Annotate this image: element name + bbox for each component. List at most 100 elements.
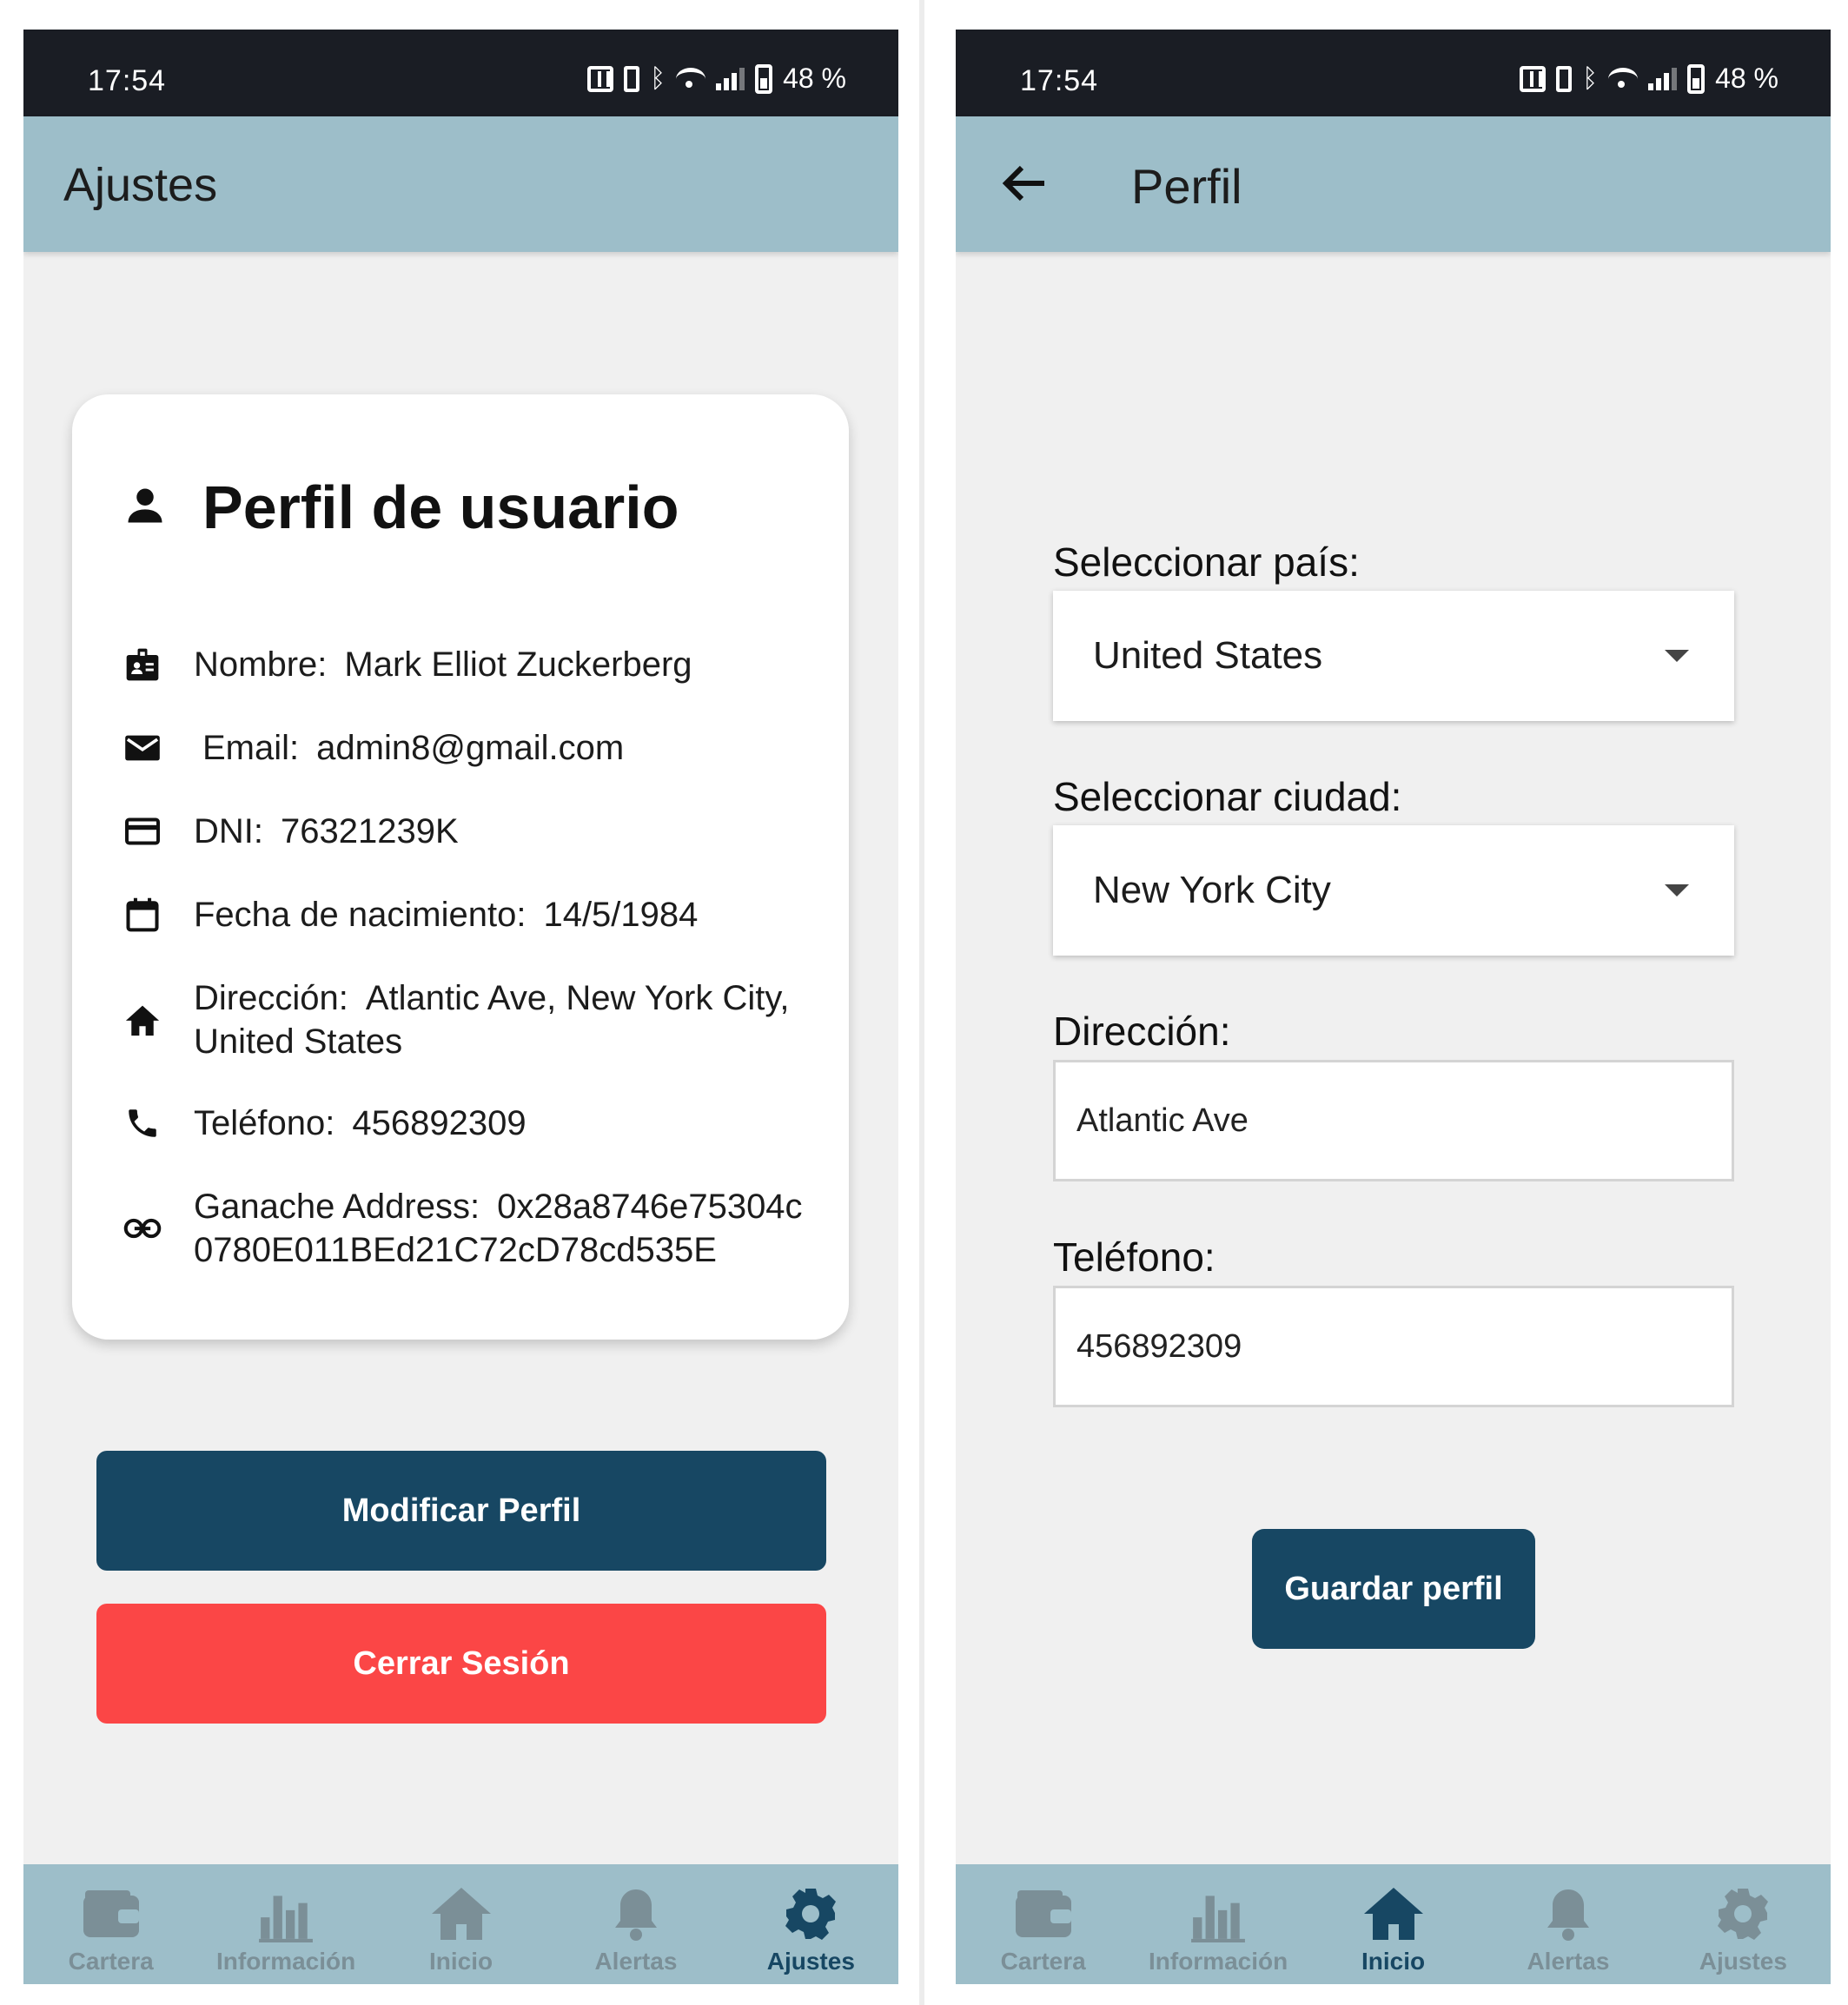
nav-item-informacion[interactable]: Información — [1130, 1864, 1305, 1984]
nfc-icon — [587, 65, 614, 92]
vibrate-icon — [624, 65, 640, 92]
battery-percent: 48 % — [783, 63, 846, 94]
signal-icon — [1648, 67, 1678, 90]
phone-field[interactable] — [1053, 1286, 1734, 1407]
nav-label-inicio: Inicio — [428, 1948, 493, 1975]
bottom-nav: Cartera Información Inicio Alertas Ajust… — [23, 1864, 898, 1984]
bar-chart-icon — [1187, 1882, 1249, 1942]
save-profile-button[interactable]: Guardar perfil — [1252, 1529, 1535, 1649]
bottom-nav: Cartera Información Inicio Alertas Ajust… — [956, 1864, 1831, 1984]
phone-icon — [121, 1102, 164, 1145]
phone-label: Teléfono: — [1053, 1234, 1215, 1280]
nav-item-cartera[interactable]: Cartera — [23, 1864, 198, 1984]
info-row-address: Dirección: Atlantic Ave, New York City, Un… — [121, 976, 833, 1063]
address-value-line2: United States — [194, 1022, 403, 1061]
wifi-icon — [676, 67, 706, 90]
nav-label-informacion: Información — [1148, 1948, 1288, 1975]
phone-input[interactable] — [1076, 1288, 1702, 1405]
home-icon — [1362, 1882, 1425, 1942]
edit-profile-screen: 17:54 ᛒ 48 % Perfil Seleccionar país: Un… — [956, 30, 1831, 1984]
name-label: Nombre: — [194, 645, 328, 684]
nav-label-cartera: Cartera — [68, 1948, 154, 1975]
page-title: Perfil — [1131, 159, 1242, 214]
app-bar: Perfil — [956, 116, 1831, 252]
name-value: Mark Elliot Zuckerberg — [344, 645, 692, 684]
battery-percent: 48 % — [1715, 63, 1778, 94]
battery-icon — [1687, 63, 1706, 94]
address-label: Dirección: — [194, 979, 348, 1017]
credit-card-icon — [121, 810, 164, 853]
birthdate-value: 14/5/1984 — [543, 896, 699, 934]
status-time: 17:54 — [88, 64, 167, 97]
profile-card: Perfil de usuario Nombre: Mark Elliot Zuc… — [72, 394, 849, 1340]
info-row-dni: DNI: 76321239K — [121, 810, 833, 853]
info-row-phone: Teléfono: 456892309 — [121, 1102, 833, 1145]
address-field[interactable] — [1053, 1060, 1734, 1181]
app-bar: Ajustes — [23, 116, 898, 252]
wifi-icon — [1608, 67, 1639, 90]
nav-item-ajustes[interactable]: Ajustes — [1656, 1864, 1831, 1984]
person-icon — [123, 483, 168, 533]
status-icons: ᛒ 48 % — [1520, 63, 1778, 95]
nav-item-cartera[interactable]: Cartera — [956, 1864, 1130, 1984]
nav-label-informacion: Información — [215, 1948, 356, 1975]
address-input[interactable] — [1076, 1062, 1702, 1179]
city-label: Seleccionar ciudad: — [1053, 774, 1402, 819]
nav-label-alertas: Alertas — [594, 1948, 678, 1975]
status-bar: 17:54 ᛒ 48 % — [23, 30, 898, 116]
logout-button[interactable]: Cerrar Sesión — [96, 1604, 826, 1724]
nav-item-ajustes[interactable]: Ajustes — [724, 1864, 898, 1984]
nav-item-informacion[interactable]: Información — [198, 1864, 373, 1984]
nav-label-alertas: Alertas — [1527, 1948, 1610, 1975]
country-select[interactable]: United States — [1053, 591, 1734, 721]
phone-label: Teléfono: — [194, 1104, 335, 1142]
caret-down-icon — [1665, 650, 1689, 662]
dni-value: 76321239K — [281, 812, 459, 850]
nav-label-cartera: Cartera — [1000, 1948, 1086, 1975]
dni-label: DNI: — [194, 812, 263, 850]
phone-value: 456892309 — [352, 1104, 527, 1142]
status-icons: ᛒ 48 % — [587, 63, 846, 95]
wallet-icon — [1012, 1882, 1075, 1942]
nav-item-alertas[interactable]: Alertas — [548, 1864, 723, 1984]
bell-icon — [1537, 1882, 1600, 1942]
address-label: Dirección: — [1053, 1009, 1231, 1054]
info-row-name: Nombre: Mark Elliot Zuckerberg — [121, 643, 833, 686]
home-icon — [430, 1882, 493, 1942]
mail-icon — [121, 726, 164, 770]
info-row-birthdate: Fecha de nacimiento: 14/5/1984 — [121, 893, 833, 936]
email-label: Email: — [202, 729, 300, 767]
nfc-icon — [1520, 65, 1547, 92]
modify-profile-button[interactable]: Modificar Perfil — [96, 1451, 826, 1571]
ganache-value: 0x28a8746e75304c — [497, 1188, 803, 1226]
screen-divider — [919, 0, 924, 2005]
bar-chart-icon — [255, 1882, 317, 1942]
nav-item-alertas[interactable]: Alertas — [1480, 1864, 1655, 1984]
bluetooth-icon: ᛒ — [1582, 63, 1599, 93]
nav-item-inicio[interactable]: Inicio — [374, 1864, 548, 1984]
vibrate-icon — [1556, 65, 1573, 92]
email-value: admin8@gmail.com — [316, 729, 625, 767]
status-time: 17:54 — [1020, 64, 1099, 97]
page-title: Ajustes — [63, 159, 218, 211]
battery-icon — [755, 63, 773, 94]
home-icon — [121, 998, 164, 1042]
ganache-label: Ganache Address: — [194, 1188, 480, 1226]
caret-down-icon — [1665, 884, 1689, 897]
country-label: Seleccionar país: — [1053, 539, 1360, 585]
wallet-icon — [80, 1882, 142, 1942]
nav-label-inicio: Inicio — [1361, 1948, 1426, 1975]
city-value: New York City — [1093, 869, 1331, 911]
nav-label-ajustes: Ajustes — [1699, 1948, 1787, 1975]
city-select[interactable]: New York City — [1053, 825, 1734, 956]
info-row-email: Email: admin8@gmail.com — [121, 726, 833, 770]
calendar-icon — [121, 893, 164, 936]
back-arrow-icon[interactable] — [999, 162, 1051, 205]
nav-item-inicio[interactable]: Inicio — [1306, 1864, 1480, 1984]
ganache-value-line2: 0780E011BEd21C72cD78cd535E — [194, 1231, 717, 1269]
status-bar: 17:54 ᛒ 48 % — [956, 30, 1831, 116]
settings-screen: 17:54 ᛒ 48 % Ajustes Perfil de usuario N… — [23, 30, 898, 1984]
gear-icon — [1712, 1882, 1774, 1942]
info-row-ganache: Ganache Address: 0x28a8746e75304c 0780E011… — [121, 1185, 833, 1272]
bell-icon — [605, 1882, 667, 1942]
